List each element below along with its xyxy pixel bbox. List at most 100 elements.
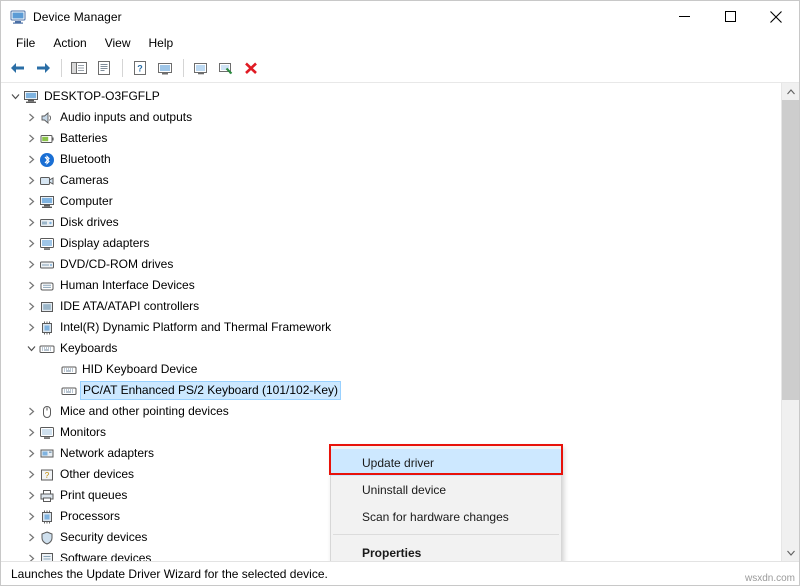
chevron-right-icon[interactable] xyxy=(23,233,39,254)
tree-pane-icon[interactable] xyxy=(67,57,91,79)
chevron-right-icon[interactable] xyxy=(23,548,39,561)
device-tree-pane: DESKTOP-O3FGFLP Audio inputs and outputs… xyxy=(1,83,799,561)
chip-icon xyxy=(39,320,55,336)
back-button[interactable] xyxy=(6,57,30,79)
chevron-right-icon[interactable] xyxy=(23,191,39,212)
chevron-right-icon[interactable] xyxy=(23,443,39,464)
battery-icon xyxy=(39,131,55,147)
tree-item-audio-inputs-and-outputs[interactable]: Audio inputs and outputs xyxy=(1,107,781,128)
tree-item-disk-drives[interactable]: Disk drives xyxy=(1,212,781,233)
tree-item-label: Software devices xyxy=(60,548,151,561)
scroll-up-arrow[interactable] xyxy=(782,83,799,100)
tree-item-mice-and-other-pointing-devices[interactable]: Mice and other pointing devices xyxy=(1,401,781,422)
tree-item-label: Bluetooth xyxy=(60,149,111,170)
scan-hardware-icon[interactable] xyxy=(153,57,177,79)
chevron-right-icon[interactable] xyxy=(23,170,39,191)
chevron-right-icon[interactable] xyxy=(23,485,39,506)
chevron-down-icon[interactable] xyxy=(23,338,39,359)
tree-item-ide-ata-atapi-controllers[interactable]: IDE ATA/ATAPI controllers xyxy=(1,296,781,317)
chevron-right-icon[interactable] xyxy=(23,506,39,527)
chevron-down-icon[interactable] xyxy=(7,86,23,107)
tree-item-label: Cameras xyxy=(60,170,109,191)
tree-item-monitors[interactable]: Monitors xyxy=(1,422,781,443)
menu-view[interactable]: View xyxy=(96,34,140,52)
window-controls xyxy=(661,1,799,32)
tree-item-cameras[interactable]: Cameras xyxy=(1,170,781,191)
tree-root-row[interactable]: DESKTOP-O3FGFLP xyxy=(1,86,781,107)
chevron-right-icon[interactable] xyxy=(23,317,39,338)
tree-item-label: Intel(R) Dynamic Platform and Thermal Fr… xyxy=(60,317,331,338)
tree-item-label: Human Interface Devices xyxy=(60,275,195,296)
menu-help[interactable]: Help xyxy=(140,34,183,52)
chevron-right-icon[interactable] xyxy=(23,275,39,296)
chevron-right-icon[interactable] xyxy=(23,107,39,128)
status-bar: Launches the Update Driver Wizard for th… xyxy=(1,561,799,585)
chevron-right-icon[interactable] xyxy=(23,527,39,548)
hid-icon xyxy=(39,278,55,294)
tree-item-label: Network adapters xyxy=(60,443,154,464)
window-title: Device Manager xyxy=(33,10,122,24)
tree-item-label: Computer xyxy=(60,191,113,212)
enable-device-icon[interactable] xyxy=(214,57,238,79)
context-menu-item-uninstall-device[interactable]: Uninstall device xyxy=(331,476,561,503)
tree-item-label: Print queues xyxy=(60,485,127,506)
keyboard-icon xyxy=(39,341,55,357)
chevron-right-icon[interactable] xyxy=(23,296,39,317)
tree-item-label: Processors xyxy=(60,506,120,527)
monitor-icon xyxy=(39,425,55,441)
vertical-scrollbar[interactable] xyxy=(781,83,799,561)
tree-item-keyboards[interactable]: Keyboards xyxy=(1,338,781,359)
keyboard-icon xyxy=(61,362,77,378)
tree-item-pc-at-enhanced-ps2-keyboard[interactable]: PC/AT Enhanced PS/2 Keyboard (101/102-Ke… xyxy=(1,380,781,401)
chevron-right-icon[interactable] xyxy=(23,254,39,275)
svg-text:?: ? xyxy=(45,471,50,480)
other-device-icon: ? xyxy=(39,467,55,483)
printer-icon xyxy=(39,488,55,504)
scroll-down-arrow[interactable] xyxy=(782,544,799,561)
tree-item-batteries[interactable]: Batteries xyxy=(1,128,781,149)
tree-item-label-selected: PC/AT Enhanced PS/2 Keyboard (101/102-Ke… xyxy=(80,381,341,400)
title-bar: Device Manager xyxy=(1,1,799,32)
tree-item-bluetooth[interactable]: Bluetooth xyxy=(1,149,781,170)
tree-item-label: Keyboards xyxy=(60,338,117,359)
tree-item-display-adapters[interactable]: Display adapters xyxy=(1,233,781,254)
tree-item-label: Other devices xyxy=(60,464,134,485)
chevron-right-icon[interactable] xyxy=(23,128,39,149)
tree-item-hid-keyboard-device[interactable]: HID Keyboard Device xyxy=(1,359,781,380)
scrollbar-thumb[interactable] xyxy=(782,100,799,400)
chevron-right-icon[interactable] xyxy=(23,212,39,233)
context-menu[interactable]: Update driver Uninstall device Scan for … xyxy=(330,445,562,561)
tree-item-human-interface-devices[interactable]: Human Interface Devices xyxy=(1,275,781,296)
menu-bar: File Action View Help xyxy=(1,32,799,54)
context-menu-item-properties[interactable]: Properties xyxy=(331,539,561,561)
menu-file[interactable]: File xyxy=(7,34,44,52)
chevron-right-icon[interactable] xyxy=(23,464,39,485)
uninstall-device-icon[interactable] xyxy=(239,57,263,79)
svg-text:?: ? xyxy=(137,64,143,74)
update-driver-icon[interactable] xyxy=(189,57,213,79)
properties-icon[interactable] xyxy=(92,57,116,79)
tree-item-label: Monitors xyxy=(60,422,106,443)
toolbar: ? xyxy=(1,54,799,83)
audio-icon xyxy=(39,110,55,126)
network-icon xyxy=(39,446,55,462)
help-icon[interactable]: ? xyxy=(128,57,152,79)
context-menu-item-update-driver[interactable]: Update driver xyxy=(331,449,561,476)
tree-item-label: Disk drives xyxy=(60,212,119,233)
menu-action[interactable]: Action xyxy=(44,34,95,52)
dvd-icon xyxy=(39,257,55,273)
minimize-button[interactable] xyxy=(661,1,707,32)
ide-icon xyxy=(39,299,55,315)
chevron-right-icon[interactable] xyxy=(23,149,39,170)
maximize-button[interactable] xyxy=(707,1,753,32)
context-menu-item-scan-for-hardware-changes[interactable]: Scan for hardware changes xyxy=(331,503,561,530)
bluetooth-icon xyxy=(39,152,55,168)
device-tree[interactable]: DESKTOP-O3FGFLP Audio inputs and outputs… xyxy=(1,83,781,561)
tree-item-computer[interactable]: Computer xyxy=(1,191,781,212)
chevron-right-icon[interactable] xyxy=(23,401,39,422)
tree-item-intel-dynamic-platform-and-thermal-framework[interactable]: Intel(R) Dynamic Platform and Thermal Fr… xyxy=(1,317,781,338)
close-button[interactable] xyxy=(753,1,799,32)
chevron-right-icon[interactable] xyxy=(23,422,39,443)
tree-item-dvd-cd-rom-drives[interactable]: DVD/CD-ROM drives xyxy=(1,254,781,275)
forward-button[interactable] xyxy=(31,57,55,79)
